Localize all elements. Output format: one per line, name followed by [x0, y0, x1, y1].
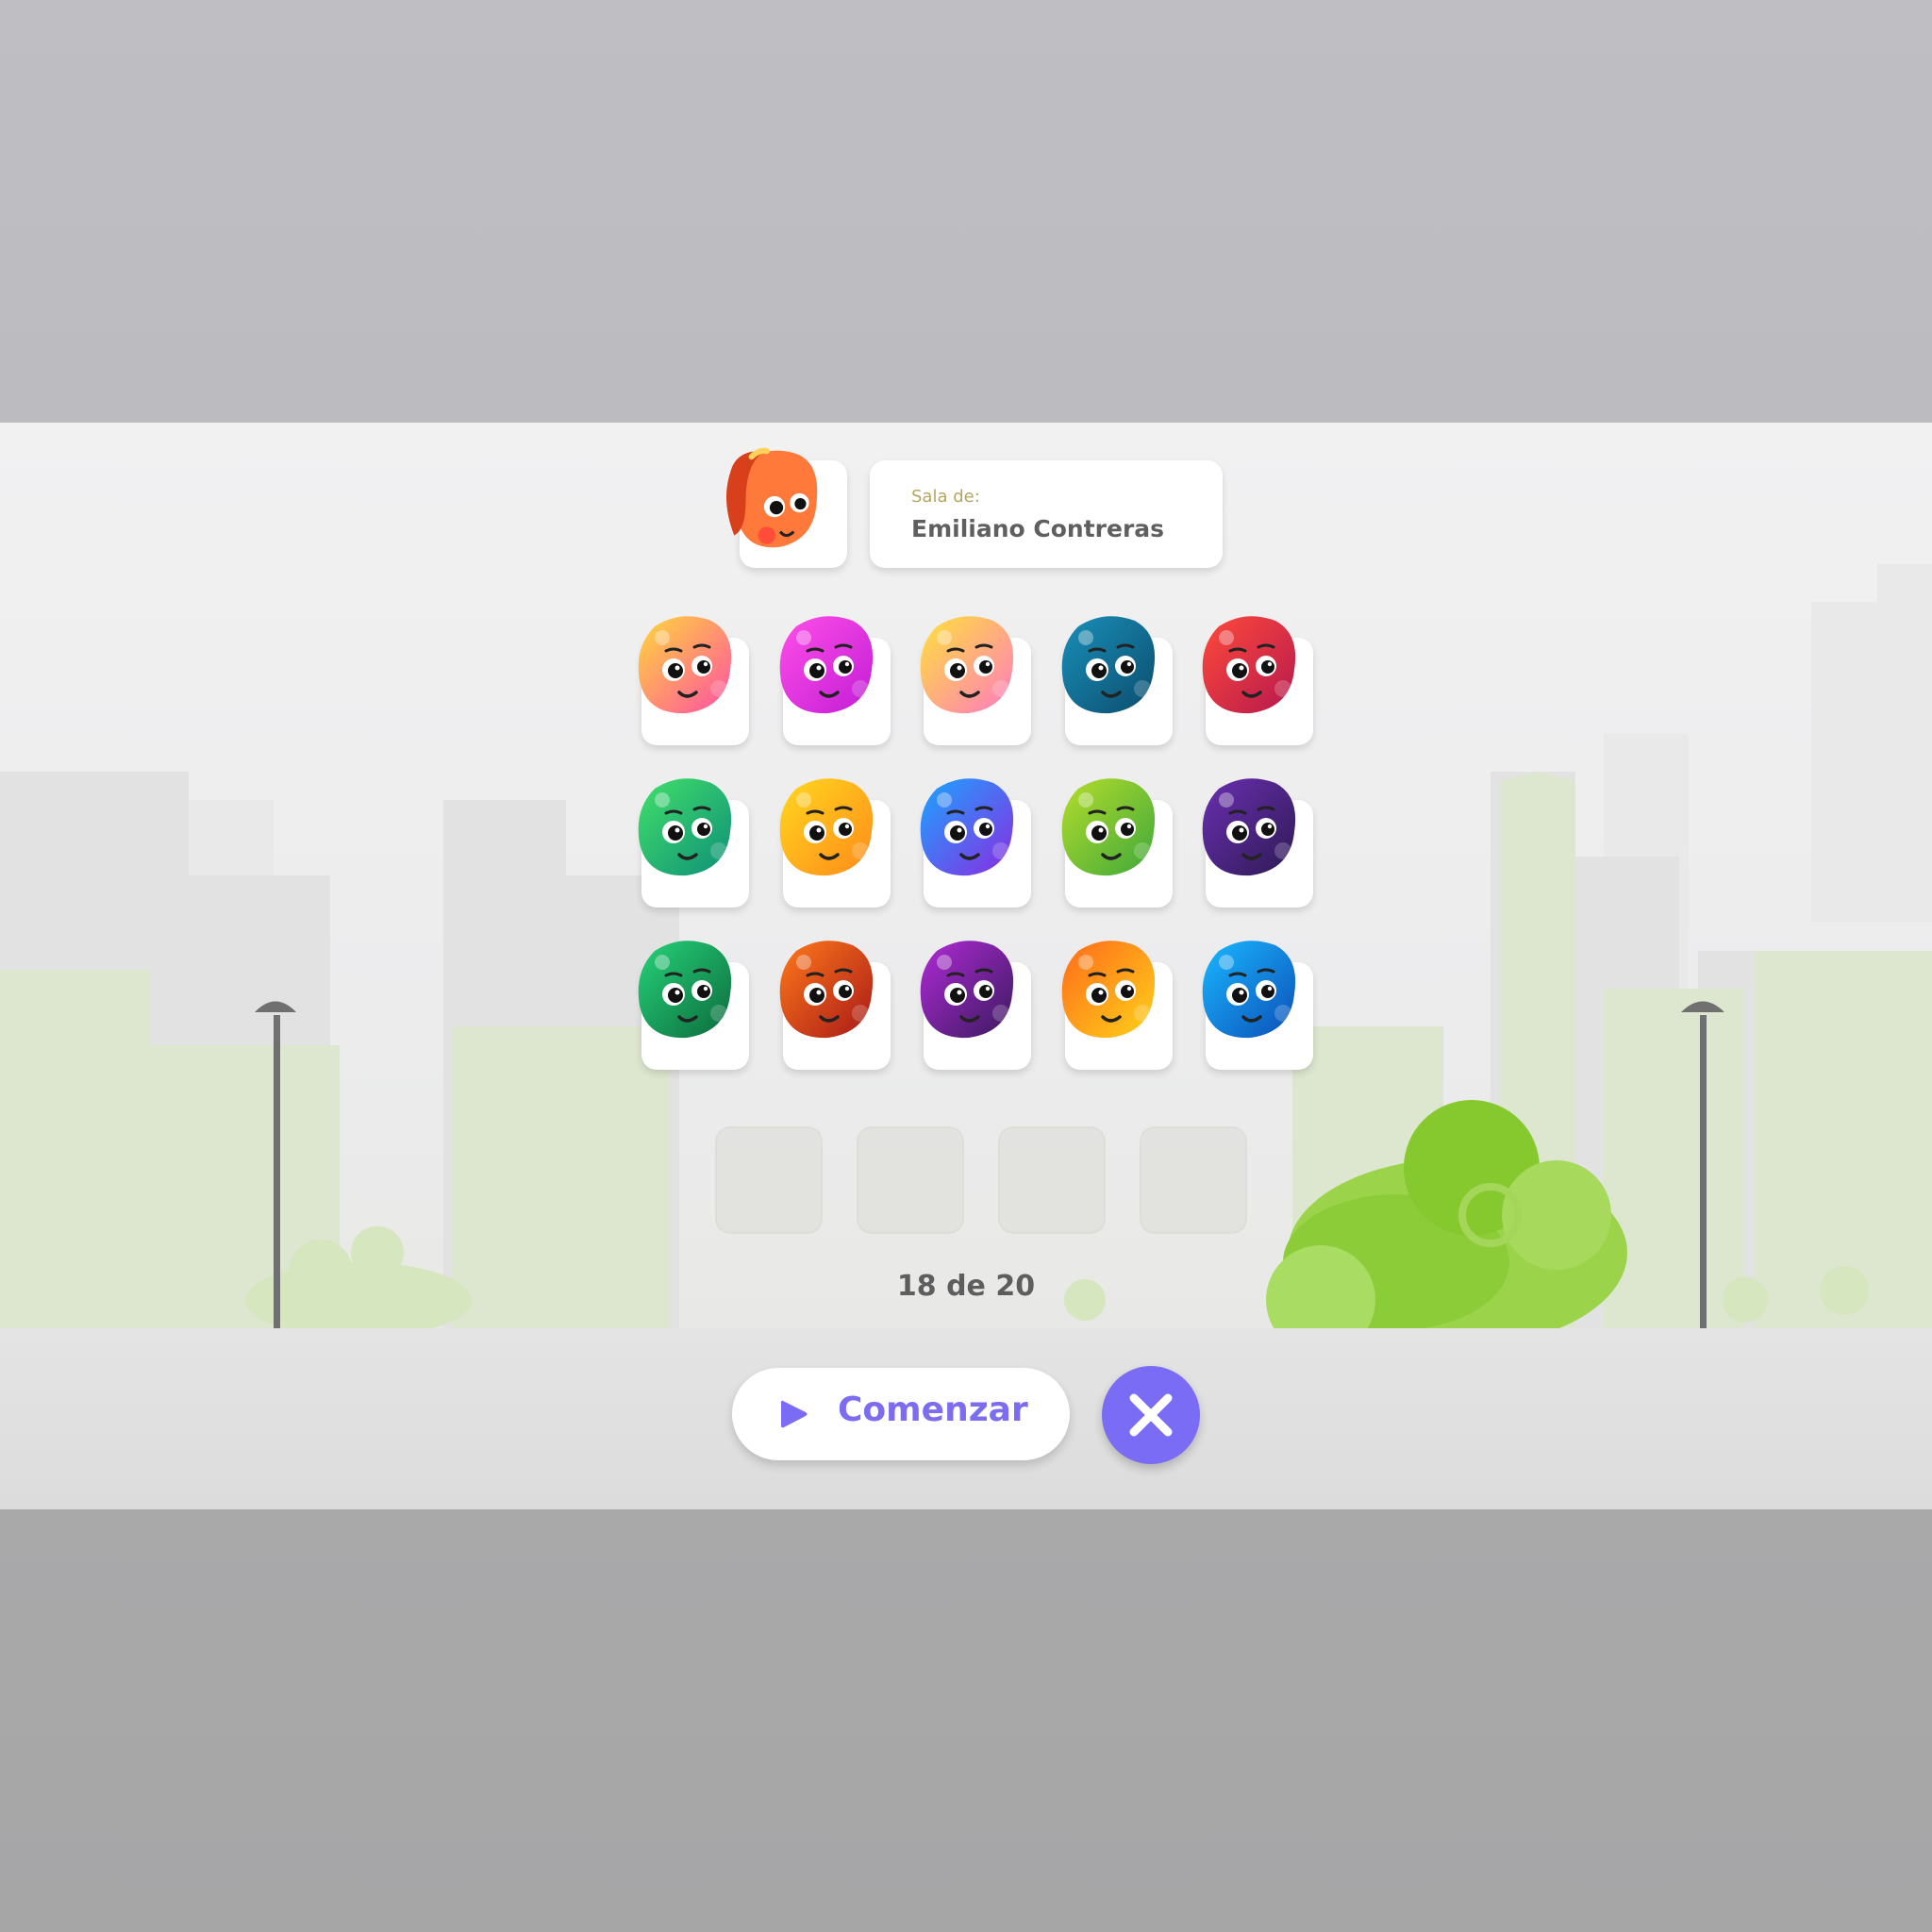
teal-blob-avatar [1061, 616, 1156, 714]
yellow-orange-blob-avatar [779, 778, 874, 876]
yellow-pink-blob-avatar [920, 616, 1014, 714]
player-counter: 18 de 20 [896, 1270, 1036, 1303]
empty-player-slot [857, 1126, 964, 1234]
violet-blob-avatar [920, 941, 1014, 1039]
close-icon [1129, 1393, 1173, 1437]
pink-yellow-blob-avatar [638, 616, 732, 714]
player-grid [0, 423, 1932, 1509]
red-blob-avatar [1202, 616, 1296, 714]
green-blob-avatar [638, 778, 732, 876]
start-button-label: Comenzar [838, 1391, 1028, 1429]
blue-purple-blob-avatar [920, 778, 1014, 876]
empty-player-slot [715, 1126, 823, 1234]
lobby-stage: Sala de: Emiliano Contreras 18 de 20 Com… [0, 423, 1932, 1509]
bottom-letterbox [0, 1509, 1932, 1932]
play-icon [781, 1400, 808, 1428]
blue-spiky-blob-avatar [1202, 941, 1296, 1039]
purple-blob-avatar [1202, 778, 1296, 876]
start-button[interactable]: Comenzar [732, 1368, 1070, 1460]
emerald-blob-avatar [638, 941, 732, 1039]
empty-player-slot [1140, 1126, 1247, 1234]
orange-yellow-blob-avatar [1061, 941, 1156, 1039]
close-button[interactable] [1102, 1366, 1200, 1464]
top-letterbox [0, 0, 1932, 423]
empty-player-slot [998, 1126, 1106, 1234]
red-orange-blob-avatar [779, 941, 874, 1039]
lime-blob-avatar [1061, 778, 1156, 876]
magenta-blob-avatar [779, 616, 874, 714]
